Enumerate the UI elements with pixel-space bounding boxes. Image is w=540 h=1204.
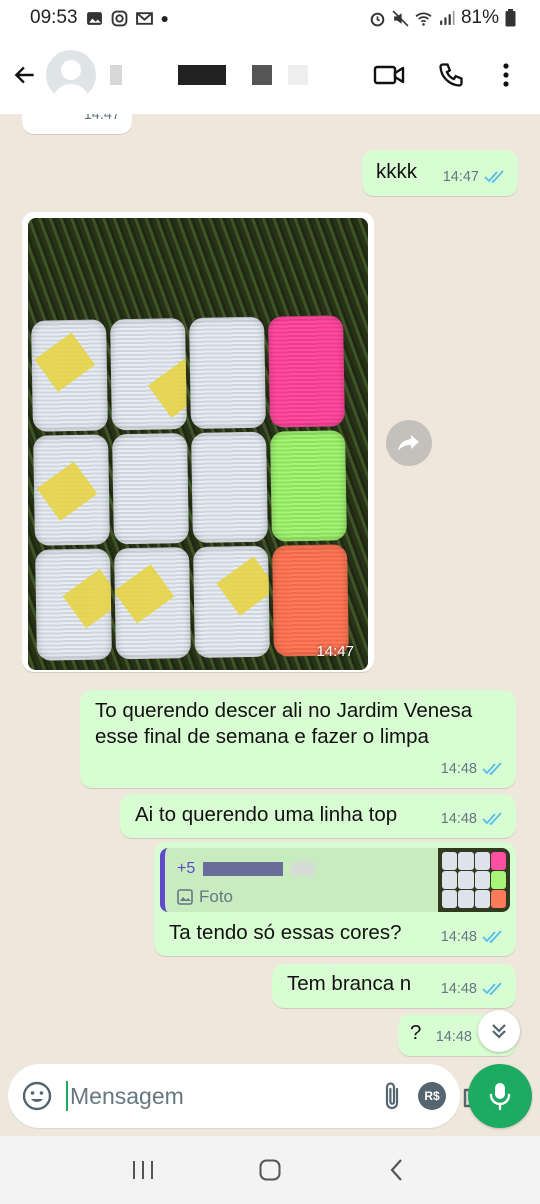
message-text: To querendo descer ali no Jardim Venesa …: [95, 699, 473, 748]
chat-header: [0, 36, 540, 114]
redacted-number: [203, 862, 284, 876]
instagram-notification-icon: [111, 10, 127, 26]
wifi-icon: [415, 12, 432, 26]
double-chevron-down-icon: [492, 1024, 506, 1039]
read-receipt-icon: [482, 812, 502, 826]
emoji-icon: [22, 1081, 52, 1111]
message-outgoing[interactable]: Tem branca n 14:48: [272, 964, 516, 1008]
chat-area[interactable]: Kk 14:47 kkkk 14:47: [0, 114, 540, 1060]
redacted-name-part: [110, 65, 122, 85]
read-receipt-icon: [484, 170, 504, 184]
gallery-notification-icon: [86, 11, 102, 25]
forward-icon: [398, 435, 419, 451]
message-time: 14:47: [83, 114, 120, 123]
status-bar: 09:53 ● 81%: [0, 0, 540, 36]
read-receipt-icon: [482, 930, 502, 944]
voice-message-button[interactable]: [468, 1064, 532, 1128]
message-text: Kk: [38, 114, 62, 118]
quoted-thumbnail: [438, 848, 510, 912]
message-text: kkkk: [376, 160, 417, 183]
message-composer: R$: [8, 1064, 491, 1128]
attach-button[interactable]: [382, 1076, 402, 1116]
quoted-kind-label: Foto: [199, 887, 234, 906]
battery-percent: 81%: [460, 7, 499, 28]
message-outgoing[interactable]: Ai to querendo uma linha top 14:48: [120, 794, 516, 838]
message-text: Ta tendo só essas cores?: [169, 921, 402, 944]
message-meta: 14:48: [441, 924, 504, 950]
quoted-message[interactable]: +5 Foto: [160, 848, 510, 912]
system-navigation-bar: [0, 1136, 540, 1204]
message-input[interactable]: [66, 1081, 366, 1111]
photo-image[interactable]: 14:47: [28, 218, 368, 670]
forward-button[interactable]: [386, 420, 432, 466]
back-button[interactable]: [10, 55, 40, 95]
microphone-icon: [489, 1083, 511, 1111]
message-time: 14:47: [316, 643, 354, 660]
message-meta: 14:48: [441, 756, 504, 782]
paperclip-icon: [385, 1082, 399, 1110]
message-incoming[interactable]: Kk 14:47: [22, 114, 132, 134]
payment-button[interactable]: R$: [418, 1076, 446, 1116]
read-receipt-icon: [482, 982, 502, 996]
recent-apps-button[interactable]: [123, 1150, 163, 1190]
quoted-sender: +5: [177, 856, 316, 882]
read-receipt-icon: [482, 762, 502, 776]
photo-message[interactable]: 14:47: [22, 212, 374, 672]
message-meta: 14:48: [441, 976, 504, 1002]
photo-icon: [177, 889, 193, 905]
redacted-name-part: [288, 65, 308, 85]
message-time: 14:48: [440, 761, 477, 777]
voice-call-icon: [439, 63, 463, 87]
contact-name[interactable]: [110, 65, 372, 85]
chevron-left-icon: [390, 1159, 402, 1181]
payment-icon: R$: [418, 1082, 446, 1110]
home-icon: [259, 1159, 281, 1181]
alarm-icon: [370, 12, 385, 26]
more-options-button[interactable]: [496, 58, 516, 92]
home-button[interactable]: [250, 1150, 290, 1190]
voice-call-button[interactable]: [434, 58, 468, 92]
video-call-button[interactable]: [372, 58, 406, 92]
quoted-sender-number: +5: [177, 860, 196, 877]
more-options-icon: [503, 63, 509, 87]
message-time: 14:48: [440, 929, 477, 945]
message-time: 14:48: [435, 1029, 472, 1045]
message-meta: 14:47: [84, 114, 120, 128]
message-time: 14:48: [440, 981, 477, 997]
message-meta: 14:47: [443, 164, 506, 190]
battery-icon: [505, 9, 516, 27]
emoji-button[interactable]: [22, 1080, 52, 1112]
video-call-icon: [373, 65, 405, 85]
message-meta: 14:48: [441, 806, 504, 832]
mute-icon: [392, 9, 409, 27]
signal-icon: [440, 10, 455, 25]
back-arrow-icon: [14, 66, 34, 84]
avatar[interactable]: [46, 50, 96, 100]
message-text: ?: [410, 1021, 422, 1044]
system-back-button[interactable]: [377, 1150, 417, 1190]
gmail-notification-icon: [135, 11, 153, 25]
recent-apps-icon: [133, 1161, 154, 1179]
message-time: 14:48: [440, 811, 477, 827]
redacted-name-part: [252, 65, 272, 85]
message-outgoing[interactable]: kkkk 14:47: [362, 150, 518, 196]
message-meta: 14:48: [436, 1024, 472, 1050]
message-text: Tem branca n: [287, 972, 412, 995]
message-time: 14:47: [442, 169, 479, 185]
quoted-kind: Foto: [177, 884, 233, 910]
message-text: Ai to querendo uma linha top: [135, 803, 398, 826]
reply-message[interactable]: +5 Foto Ta tendo só essas cores? 14:48: [154, 842, 516, 956]
redacted-number: [291, 862, 316, 876]
more-notifications-dot-icon: ●: [160, 10, 170, 26]
scroll-to-bottom-button[interactable]: [478, 1010, 520, 1052]
redacted-name-part: [178, 65, 226, 85]
status-time: 09:53: [30, 7, 78, 28]
message-outgoing[interactable]: To querendo descer ali no Jardim Venesa …: [80, 690, 516, 788]
spools-photo-content: [31, 315, 349, 661]
